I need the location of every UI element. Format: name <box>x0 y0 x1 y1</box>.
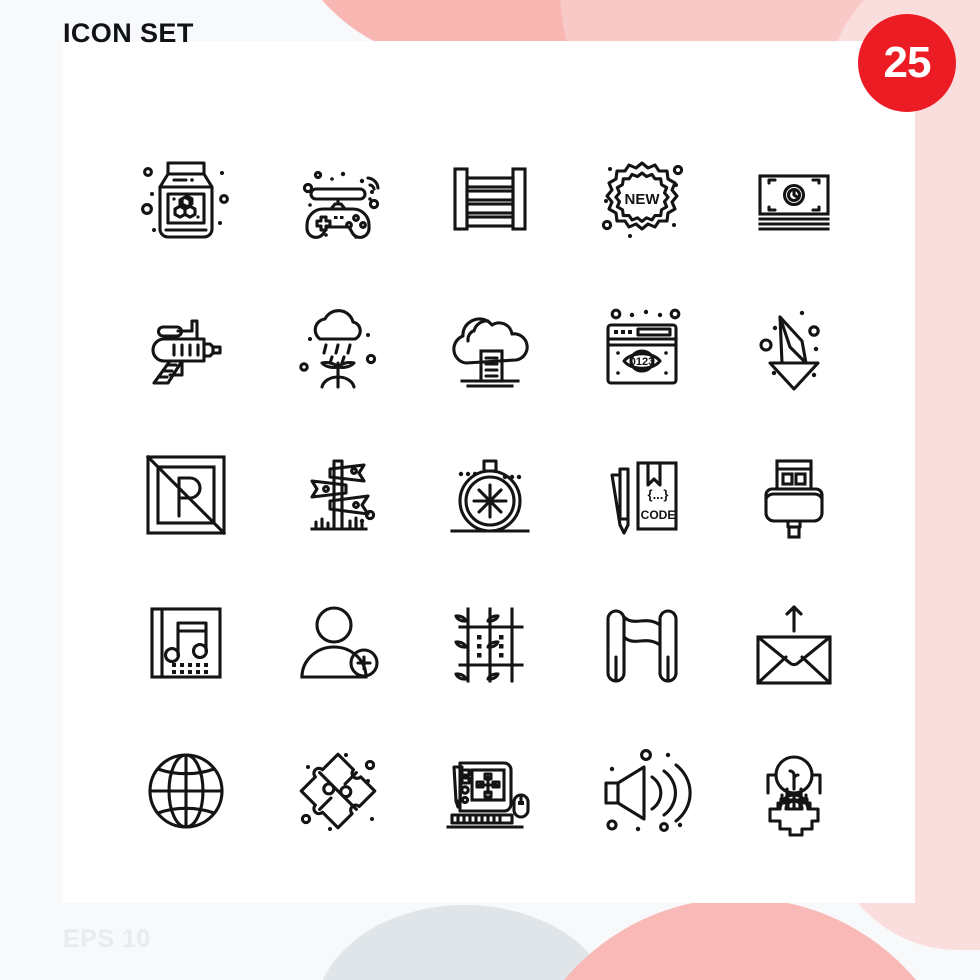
fence-icon[interactable] <box>414 125 566 273</box>
cloud-storage-icon[interactable] <box>414 273 566 421</box>
rain-plant-icon[interactable] <box>262 273 414 421</box>
design-workstation-icon[interactable] <box>414 717 566 865</box>
icon-set-poster: ICON SET 25 EPS 10 NEW 0123 {...} CODE <box>0 0 980 980</box>
page-title: ICON SET <box>63 18 194 48</box>
no-parking-icon[interactable] <box>110 421 262 569</box>
decorative-blob-gray-bottom <box>315 905 615 980</box>
wireless-gamepad-icon[interactable] <box>262 125 414 273</box>
compass-icon[interactable] <box>414 421 566 569</box>
new-badge-text: NEW <box>625 191 661 208</box>
new-badge-icon[interactable]: NEW <box>566 125 718 273</box>
water-gun-icon[interactable] <box>110 273 262 421</box>
garden-trellis-icon[interactable] <box>414 569 566 717</box>
idea-gear-icon[interactable] <box>718 717 870 865</box>
scroll-banner-icon[interactable] <box>566 569 718 717</box>
usb-connector-icon[interactable] <box>718 421 870 569</box>
add-user-icon[interactable] <box>262 569 414 717</box>
signpost-icon[interactable] <box>262 421 414 569</box>
honey-jar-icon[interactable] <box>110 125 262 273</box>
browser-eye-code: 0123 <box>630 356 654 368</box>
money-stack-icon[interactable] <box>718 125 870 273</box>
down-arrow-origami-icon[interactable] <box>718 273 870 421</box>
code-label-text: CODE <box>641 508 676 522</box>
send-email-icon[interactable] <box>718 569 870 717</box>
puzzle-pieces-icon[interactable] <box>262 717 414 865</box>
code-braces-text: {...} <box>648 487 669 502</box>
icon-grid: NEW 0123 {...} CODE <box>110 125 870 865</box>
loudspeaker-icon[interactable] <box>566 717 718 865</box>
icon-count-value: 25 <box>883 38 932 87</box>
eps-version-label: EPS 10 <box>63 925 151 953</box>
music-album-icon[interactable] <box>110 569 262 717</box>
browser-eye-icon[interactable]: 0123 <box>566 273 718 421</box>
icon-count-badge: 25 <box>858 14 956 112</box>
globe-icon[interactable] <box>110 717 262 865</box>
code-book-icon[interactable]: {...} CODE <box>566 421 718 569</box>
